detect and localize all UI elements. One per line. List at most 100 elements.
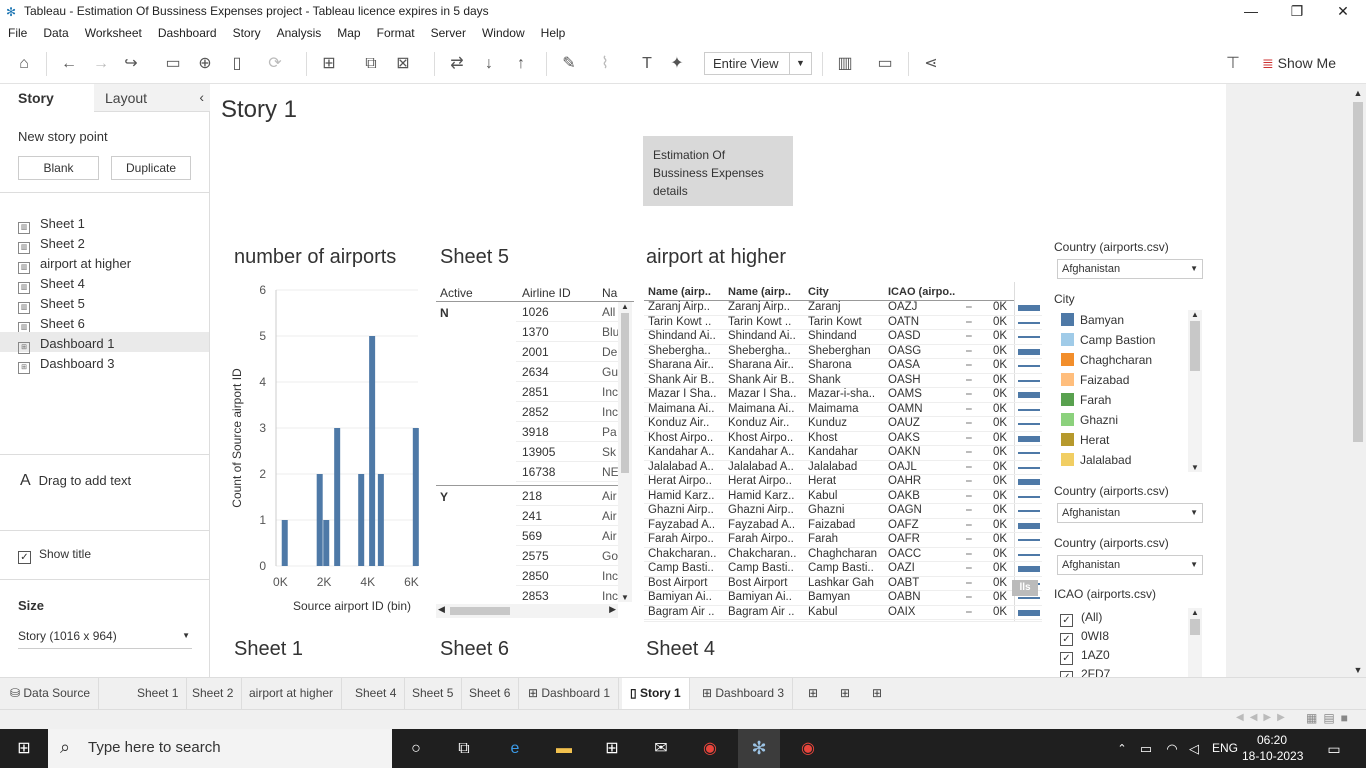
scroll-thumb[interactable]	[1353, 102, 1363, 442]
country-filter-select-2[interactable]: Afghanistan ▼	[1057, 503, 1203, 523]
legend-item[interactable]: Ghazni	[1061, 413, 1118, 427]
sort-descending-icon[interactable]: ↑	[510, 53, 532, 75]
scroll-thumb[interactable]	[1190, 321, 1200, 371]
pause-updates-icon[interactable]: ▯	[226, 53, 248, 75]
scroll-thumb[interactable]	[621, 313, 629, 473]
sheet5-hscroll[interactable]: ◀ ▶	[436, 604, 618, 618]
menu-dashboard[interactable]: Dashboard	[150, 24, 225, 40]
sidebar-item-dashboard1[interactable]: ⊞ Dashboard 1	[18, 336, 114, 354]
legend-item[interactable]: Faizabad	[1061, 373, 1129, 387]
tab-airport-at-higher[interactable]: airport at higher	[241, 678, 343, 709]
restore-button[interactable]: ❐	[1274, 0, 1320, 24]
scroll-thumb[interactable]	[450, 607, 510, 615]
redo-icon[interactable]: →	[90, 53, 112, 75]
show-title-checkbox[interactable]: ✓ Show title	[18, 547, 91, 564]
sidebar-item-dashboard3[interactable]: ⊞ Dashboard 3	[18, 356, 114, 374]
highlight-icon[interactable]: ✎	[558, 53, 580, 75]
scroll-down-icon[interactable]: ▼	[618, 593, 632, 602]
tab-sheet1[interactable]: Sheet 1	[129, 678, 188, 709]
language-indicator[interactable]: ENG	[1212, 741, 1238, 755]
sort-ascending-icon[interactable]: ↓	[478, 53, 500, 75]
tab-navigation-icon[interactable]: ◀◀▶▶	[1236, 712, 1291, 723]
scroll-down-icon[interactable]: ▼	[1350, 665, 1366, 675]
view-mode-icon[interactable]: ▦▤■	[1306, 711, 1354, 725]
home-icon[interactable]: ⌂	[13, 53, 35, 75]
blank-button[interactable]: Blank	[18, 156, 99, 180]
icao-filter-item[interactable]: ✓2FD7	[1060, 667, 1110, 677]
scroll-left-icon[interactable]: ◀	[438, 604, 445, 615]
tab-data-source[interactable]: ⛁ Data Source	[0, 678, 100, 709]
menu-story[interactable]: Story	[225, 24, 269, 40]
menu-analysis[interactable]: Analysis	[269, 24, 330, 40]
wifi-icon[interactable]: ◠	[1160, 737, 1184, 761]
duplicate-button[interactable]: Duplicate	[111, 156, 191, 180]
sidebar-item-sheet1[interactable]: ▥ Sheet 1	[18, 216, 85, 234]
tab-layout[interactable]: Layout ‹	[94, 84, 210, 112]
drag-text-item[interactable]: A Drag to add text	[20, 472, 131, 490]
new-worksheet-tab-icon[interactable]: ⊞	[800, 678, 826, 709]
format-workbook-icon[interactable]: ⊤	[1222, 53, 1244, 75]
city-legend-scrollbar[interactable]: ▲ ▼	[1188, 310, 1202, 472]
menu-map[interactable]: Map	[329, 24, 368, 40]
tab-story[interactable]: Story	[0, 84, 94, 112]
new-worksheet-icon[interactable]: ⊞	[318, 53, 340, 75]
scroll-down-icon[interactable]: ▼	[1188, 463, 1202, 472]
chrome-profile-icon[interactable]: ◉	[796, 737, 820, 761]
taskbar-search-box[interactable]: ⌕ Type here to search	[48, 729, 392, 768]
group-members-icon[interactable]: ⌇	[594, 53, 616, 75]
file-explorer-icon[interactable]: ▬	[552, 737, 576, 761]
scroll-up-icon[interactable]: ▲	[1188, 608, 1202, 617]
collapsed-legend-tab[interactable]: lls	[1012, 580, 1038, 596]
new-story-tab-icon[interactable]: ⊞	[864, 678, 890, 709]
menu-server[interactable]: Server	[423, 24, 474, 40]
volume-icon[interactable]: ◁	[1182, 737, 1206, 761]
chrome-icon[interactable]: ◉	[698, 737, 722, 761]
tab-sheet5[interactable]: Sheet 5	[404, 678, 463, 709]
show-me-button[interactable]: ≣ Show Me	[1262, 55, 1336, 72]
refresh-icon[interactable]: ⟳	[264, 53, 286, 75]
menu-format[interactable]: Format	[369, 24, 423, 40]
size-select[interactable]: Story (1016 x 964) ▼	[18, 629, 192, 649]
pin-axes-icon[interactable]: ✦	[666, 53, 688, 75]
scroll-right-icon[interactable]: ▶	[609, 604, 616, 615]
show-cards-icon[interactable]: ▥	[834, 53, 856, 75]
store-icon[interactable]: ⊞	[600, 737, 624, 761]
tableau-taskbar-active[interactable]: ✻	[738, 729, 780, 768]
new-datasource-icon[interactable]: ⊕	[194, 53, 216, 75]
collapse-pane-icon[interactable]: ‹	[199, 89, 204, 105]
edge-icon[interactable]: e	[503, 737, 527, 761]
legend-item[interactable]: Farah	[1061, 393, 1111, 407]
menu-help[interactable]: Help	[533, 24, 574, 40]
notifications-icon[interactable]: ▭	[1322, 737, 1346, 761]
menu-window[interactable]: Window	[474, 24, 533, 40]
minimize-button[interactable]: —	[1228, 0, 1274, 24]
menu-worksheet[interactable]: Worksheet	[77, 24, 150, 40]
tab-story1[interactable]: ▯ Story 1	[622, 678, 690, 709]
sidebar-item-sheet2[interactable]: ▥ Sheet 2	[18, 236, 85, 254]
swap-rows-columns-icon[interactable]: ⇄	[446, 53, 468, 75]
legend-item[interactable]: Bamyan	[1061, 313, 1124, 327]
save-icon[interactable]: ▭	[162, 53, 184, 75]
share-icon[interactable]: ⋖	[920, 53, 942, 75]
legend-item[interactable]: Jalalabad	[1061, 453, 1131, 466]
duplicate-sheet-icon[interactable]: ⧉	[360, 53, 382, 75]
fit-view-select[interactable]: Entire View ▼	[704, 52, 812, 75]
sidebar-item-airport-at-higher[interactable]: ▥ airport at higher	[18, 256, 131, 274]
legend-item[interactable]: Chaghcharan	[1061, 353, 1152, 367]
close-button[interactable]: ✕	[1320, 0, 1366, 24]
mail-icon[interactable]: ✉	[649, 737, 673, 761]
show-hidden-icons-icon[interactable]: ⌃	[1110, 737, 1134, 761]
page-vertical-scrollbar[interactable]: ▲ ▼	[1350, 84, 1366, 677]
icao-filter-item[interactable]: ✓ 1AZ0	[1060, 648, 1110, 665]
tab-dashboard3[interactable]: ⊞ Dashboard 3	[694, 678, 794, 709]
replay-icon[interactable]: ↪	[120, 53, 142, 75]
story-point-caption[interactable]: Estimation Of Bussiness Expenses details	[643, 136, 793, 206]
icao-filter-item[interactable]: ✓ 0WI8	[1060, 629, 1109, 646]
sidebar-item-sheet4[interactable]: ▥ Sheet 4	[18, 276, 85, 294]
sheet5-vscroll[interactable]: ▲ ▼	[618, 302, 632, 602]
scroll-up-icon[interactable]: ▲	[618, 302, 632, 311]
scroll-thumb[interactable]	[1190, 619, 1200, 635]
icao-filter-item[interactable]: ✓ (All)	[1060, 610, 1102, 627]
new-dashboard-tab-icon[interactable]: ⊞	[832, 678, 858, 709]
tab-sheet6[interactable]: Sheet 6	[461, 678, 520, 709]
